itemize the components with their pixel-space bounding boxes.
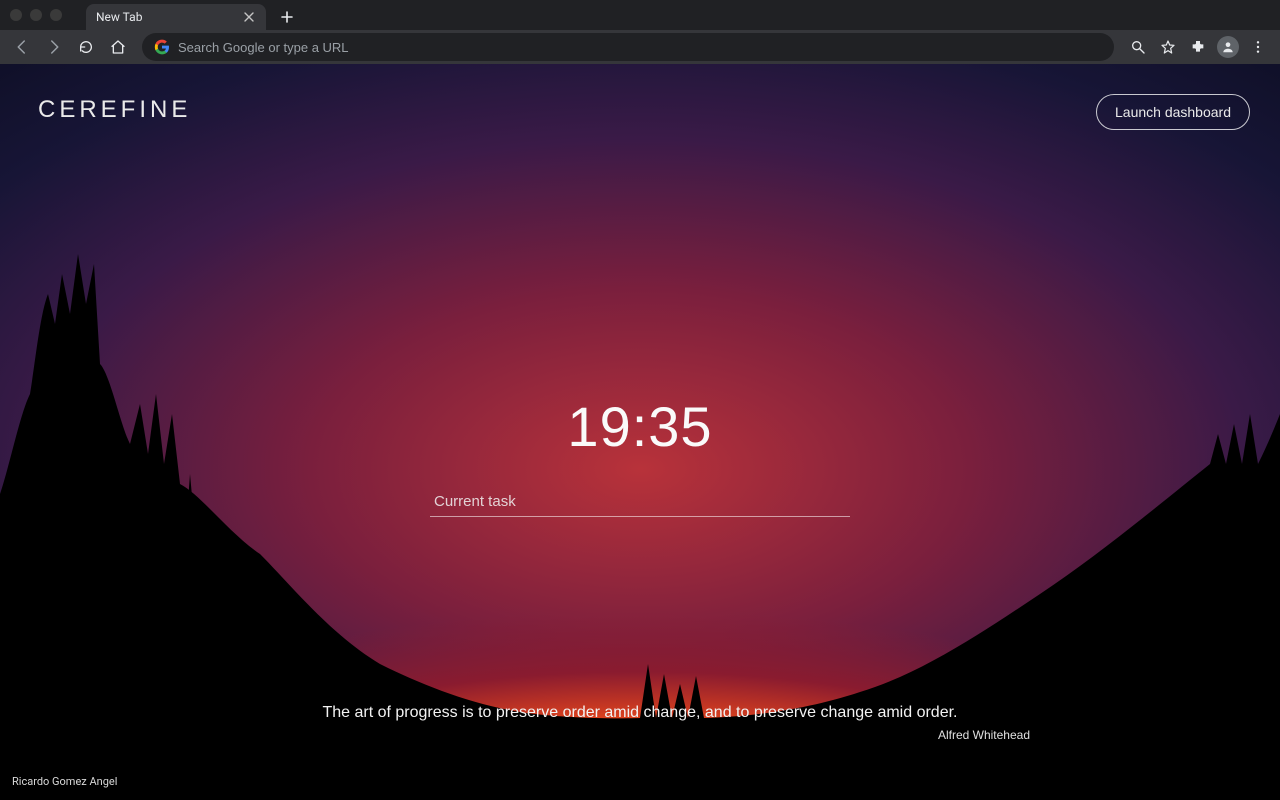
menu-icon[interactable] bbox=[1244, 33, 1272, 61]
omnibox[interactable] bbox=[142, 33, 1114, 61]
window-controls bbox=[10, 9, 62, 21]
quote-author: Alfred Whitehead bbox=[190, 728, 1090, 742]
forward-icon[interactable] bbox=[40, 33, 68, 61]
back-icon[interactable] bbox=[8, 33, 36, 61]
center-block: 19:35 bbox=[430, 394, 850, 517]
zoom-icon[interactable] bbox=[1124, 33, 1152, 61]
photo-credit: Ricardo Gomez Angel bbox=[12, 775, 117, 788]
window-titlebar: New Tab bbox=[0, 0, 1280, 30]
window-minimize-dot[interactable] bbox=[30, 9, 42, 21]
toolbar-right bbox=[1124, 33, 1272, 61]
browser-tab-active[interactable]: New Tab bbox=[86, 4, 266, 30]
close-tab-icon[interactable] bbox=[242, 10, 256, 24]
profile-avatar[interactable] bbox=[1214, 33, 1242, 61]
clock-display: 19:35 bbox=[567, 394, 712, 459]
new-tab-page: CEREFINE Launch dashboard 19:35 The art … bbox=[0, 64, 1280, 800]
brand-logo: CEREFINE bbox=[38, 96, 191, 124]
window-close-dot[interactable] bbox=[10, 9, 22, 21]
quote-block: The art of progress is to preserve order… bbox=[190, 704, 1090, 742]
window-maximize-dot[interactable] bbox=[50, 9, 62, 21]
google-icon bbox=[154, 39, 170, 55]
home-icon[interactable] bbox=[104, 33, 132, 61]
quote-text: The art of progress is to preserve order… bbox=[190, 704, 1090, 722]
tab-title: New Tab bbox=[96, 10, 242, 24]
reload-icon[interactable] bbox=[72, 33, 100, 61]
avatar-icon bbox=[1217, 36, 1239, 58]
current-task-input[interactable] bbox=[430, 487, 850, 517]
bookmark-icon[interactable] bbox=[1154, 33, 1182, 61]
omnibox-input[interactable] bbox=[178, 40, 1102, 55]
tab-strip: New Tab bbox=[86, 0, 300, 30]
launch-dashboard-button[interactable]: Launch dashboard bbox=[1096, 94, 1250, 130]
browser-toolbar bbox=[0, 30, 1280, 64]
new-tab-button[interactable] bbox=[274, 4, 300, 30]
extensions-icon[interactable] bbox=[1184, 33, 1212, 61]
